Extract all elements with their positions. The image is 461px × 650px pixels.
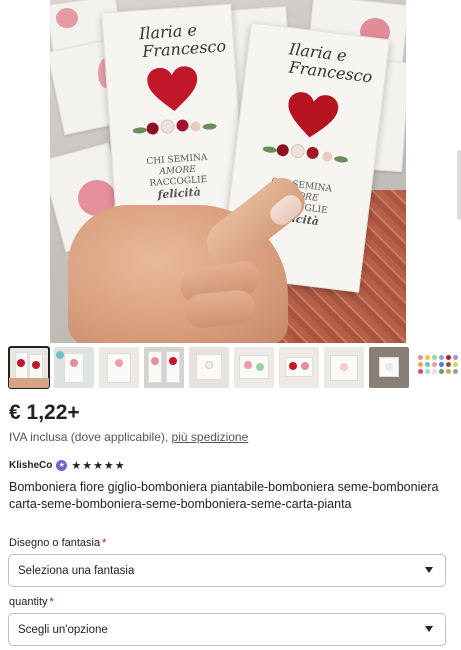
felt-heart-icon	[56, 8, 78, 28]
required-marker: *	[102, 537, 107, 549]
design-select[interactable]: Seleziona una fantasia	[8, 554, 446, 587]
product-main-image[interactable]: Ilaria e Francesco CHI SEMINA AMORE RACC…	[50, 0, 406, 343]
thumbnail-6[interactable]	[234, 347, 274, 388]
quantity-select[interactable]: Scegli un'opzione	[8, 613, 446, 646]
floral-decoration	[132, 114, 219, 142]
design-select-value: Seleziona una fantasia	[18, 564, 135, 577]
thumbnail-2[interactable]	[54, 347, 94, 388]
option-label-text: Disegno o fantasia	[9, 537, 101, 549]
thumbnail-1[interactable]	[8, 346, 50, 389]
star-seller-badge-icon: ★	[56, 459, 68, 471]
rating-stars[interactable]: ★★★★★	[71, 459, 125, 472]
caret-down-icon	[425, 567, 433, 573]
option-label-text: quantity	[9, 596, 48, 608]
thumbnail-3[interactable]	[99, 347, 139, 388]
image-thumbnails	[8, 346, 459, 389]
card-name-conj: e	[336, 45, 348, 66]
card-name-conj: e	[186, 20, 198, 40]
caret-down-icon	[425, 626, 433, 632]
shipping-link[interactable]: più spedizione	[172, 430, 249, 444]
thumbnail-8[interactable]	[324, 347, 364, 388]
scroll-handle[interactable]	[457, 150, 461, 220]
option-label-quantity: quantity *	[9, 596, 54, 608]
thumbnail-7[interactable]	[279, 347, 319, 388]
card-name-b: Francesco	[141, 36, 227, 62]
thumbnail-4[interactable]	[144, 347, 184, 388]
seller-name[interactable]: KlisheCo	[9, 460, 52, 471]
red-heart-icon	[147, 66, 198, 111]
seller-row: KlisheCo ★ ★★★★★	[9, 458, 126, 472]
red-heart-icon	[288, 92, 339, 138]
quantity-select-value: Scegli un'opzione	[18, 623, 108, 636]
thumbnail-5[interactable]	[189, 347, 229, 388]
option-label-design: Disegno o fantasia *	[9, 537, 106, 549]
tax-text: IVA inclusa (dove applicabile),	[9, 430, 169, 444]
color-swatches-thumbnail[interactable]	[418, 355, 458, 379]
tax-info: IVA inclusa (dove applicabile), più sped…	[9, 430, 248, 444]
floral-decoration	[261, 138, 353, 171]
product-title: Bomboniera fiore giglio-bomboniera piant…	[9, 480, 439, 511]
required-marker: *	[49, 596, 54, 608]
price: € 1,22+	[9, 401, 80, 424]
thumbnail-9[interactable]	[369, 347, 409, 388]
